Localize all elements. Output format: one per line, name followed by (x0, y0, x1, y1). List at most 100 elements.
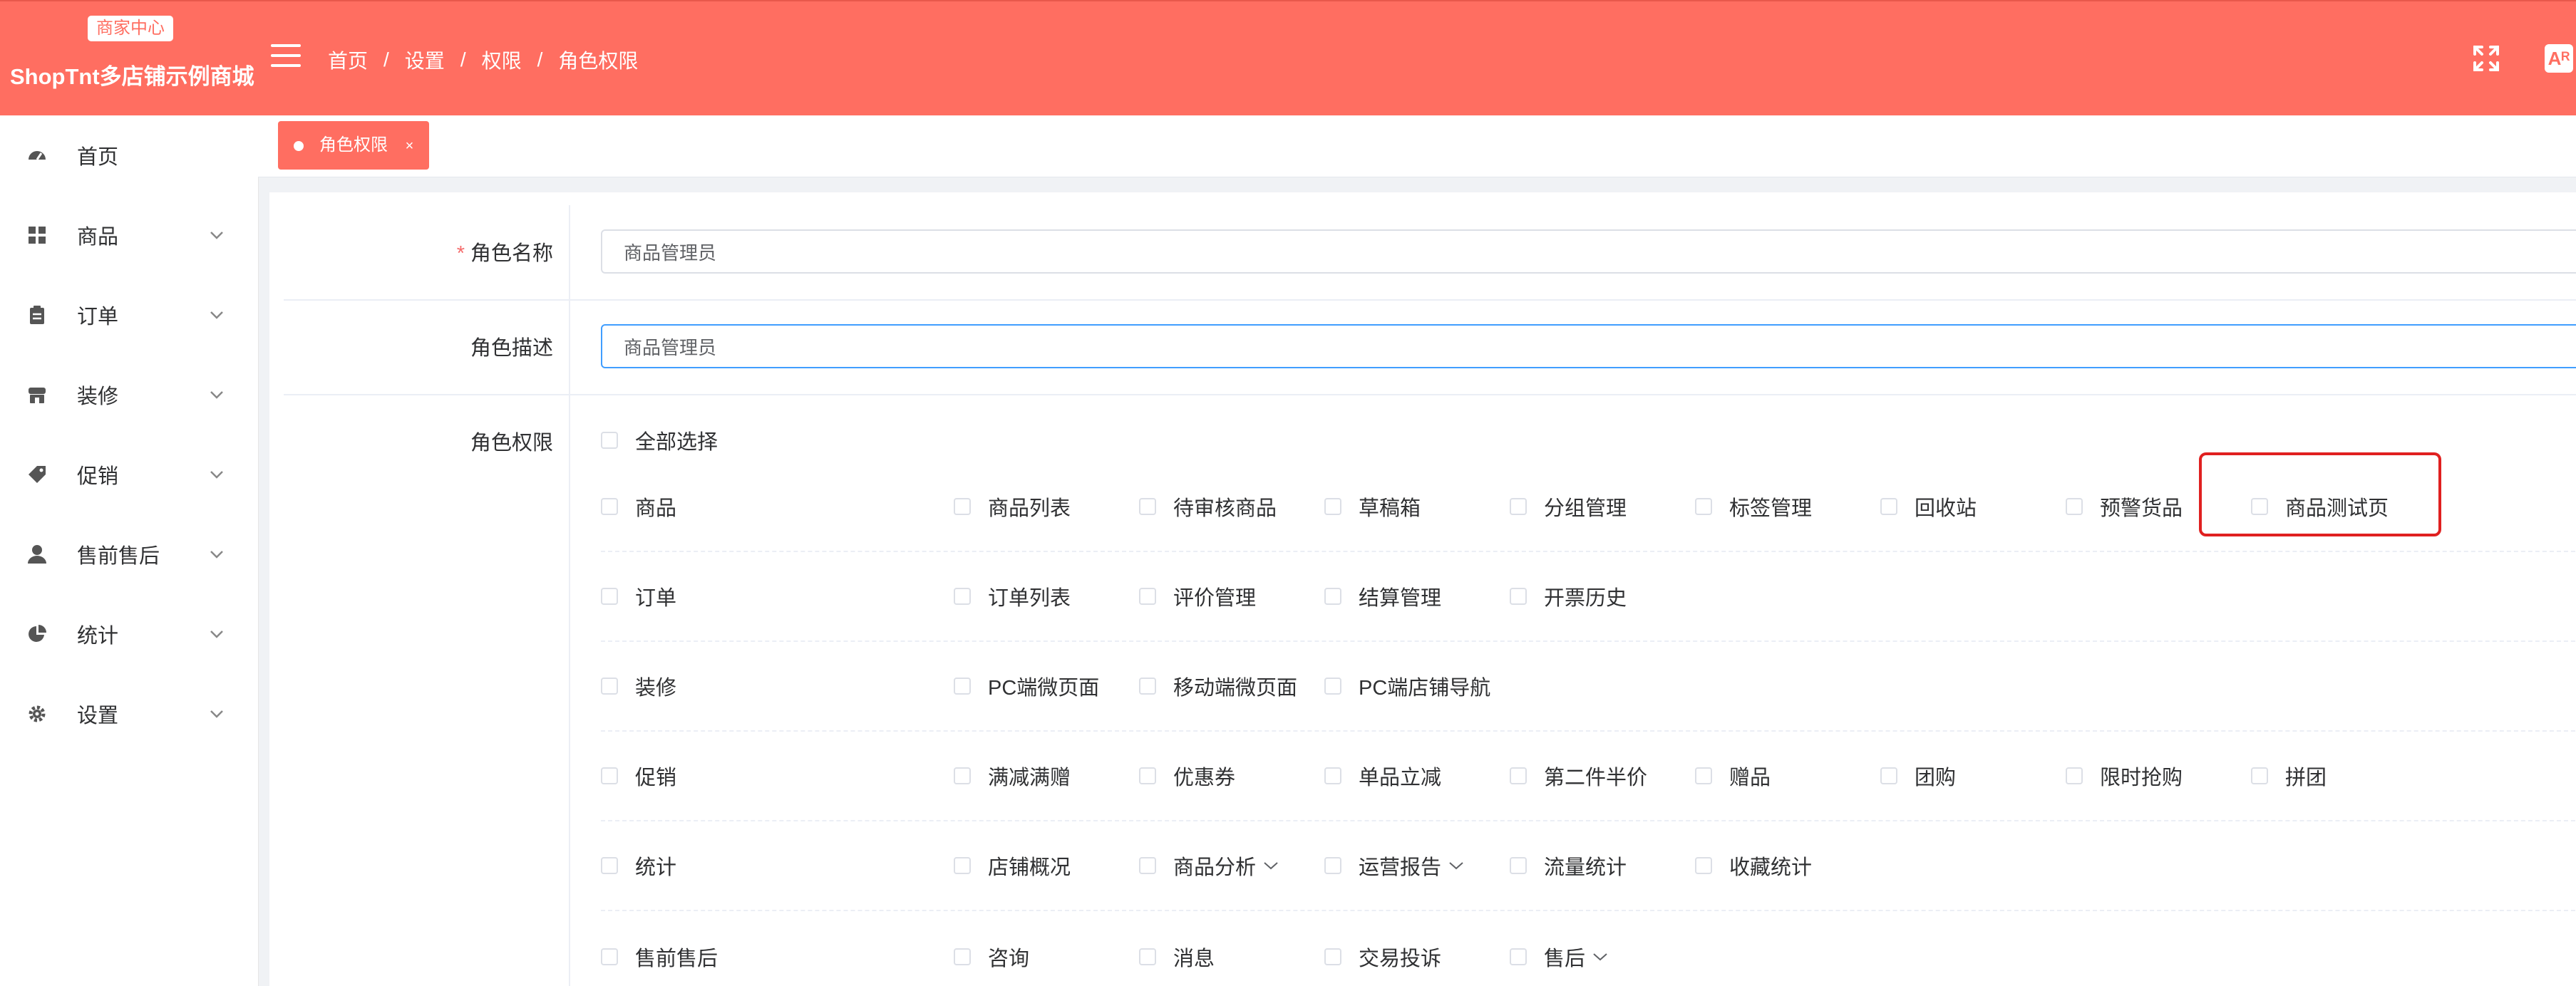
checkbox[interactable] (1510, 948, 1527, 965)
breadcrumb-settings[interactable]: 设置 (405, 46, 445, 74)
tab-role-permission[interactable]: 角色权限 × (278, 121, 430, 170)
checkbox[interactable] (954, 948, 971, 965)
sidebar-item-orders[interactable]: 订单 (0, 275, 258, 355)
checkbox[interactable] (1324, 857, 1341, 874)
checkbox[interactable] (1139, 498, 1156, 515)
perm-item[interactable]: 限时抢购 (2066, 761, 2183, 791)
chevron-down-icon (210, 471, 223, 479)
perm-item[interactable]: 标签管理 (1695, 492, 1812, 521)
checkbox[interactable] (954, 767, 971, 784)
perm-item[interactable]: 消息 (1139, 942, 1215, 972)
checkbox[interactable] (1510, 767, 1527, 784)
checkbox[interactable] (601, 432, 618, 449)
checkbox[interactable] (2066, 498, 2083, 515)
perm-item-expandable[interactable]: 商品分析 (1139, 851, 1279, 881)
perm-item[interactable]: 回收站 (1880, 492, 1977, 521)
perm-item[interactable]: 满减满赠 (954, 761, 1071, 791)
checkbox[interactable] (1880, 767, 1897, 784)
breadcrumb-permissions[interactable]: 权限 (482, 46, 522, 74)
checkbox[interactable] (1324, 498, 1341, 515)
checkbox[interactable] (601, 857, 618, 874)
perm-item[interactable]: 优惠券 (1139, 761, 1235, 791)
role-desc-input[interactable] (601, 324, 2576, 368)
perm-item[interactable]: 开票历史 (1510, 581, 1627, 611)
perm-item[interactable]: 草稿箱 (1324, 492, 1421, 521)
perm-item[interactable]: 流量统计 (1510, 851, 1627, 881)
sidebar-item-statistics[interactable]: 统计 (0, 594, 258, 674)
perm-item[interactable]: 收藏统计 (1695, 851, 1812, 881)
checkbox[interactable] (1880, 498, 1897, 515)
checkbox[interactable] (2066, 767, 2083, 784)
menu-toggle-icon[interactable] (271, 44, 301, 67)
role-name-input[interactable] (601, 229, 2576, 274)
perm-group-decoration[interactable]: 装修 (601, 671, 676, 701)
checkbox[interactable] (1510, 498, 1527, 515)
breadcrumb-home[interactable]: 首页 (328, 46, 368, 74)
checkbox[interactable] (1139, 857, 1156, 874)
checkbox[interactable] (954, 857, 971, 874)
checkbox[interactable] (1695, 767, 1712, 784)
checkbox[interactable] (1695, 498, 1712, 515)
perm-item-expandable[interactable]: 运营报告 (1324, 851, 1464, 881)
perm-item[interactable]: 分组管理 (1510, 492, 1627, 521)
perm-item[interactable]: 单品立减 (1324, 761, 1441, 791)
checkbox[interactable] (1324, 948, 1341, 965)
perm-item[interactable]: 拼团 (2251, 761, 2327, 791)
checkbox[interactable] (1324, 678, 1341, 695)
perm-item[interactable]: 咨询 (954, 942, 1029, 972)
checkbox[interactable] (954, 588, 971, 605)
chevron-down-icon[interactable] (1448, 861, 1464, 871)
checkbox[interactable] (1510, 857, 1527, 874)
perm-group-orders[interactable]: 订单 (601, 581, 676, 611)
checkbox[interactable] (2251, 767, 2268, 784)
checkbox[interactable] (1324, 588, 1341, 605)
perm-item-expandable[interactable]: 售后 (1510, 942, 1608, 972)
perm-item[interactable]: 评价管理 (1139, 581, 1256, 611)
perm-group-goods[interactable]: 商品 (601, 492, 676, 521)
font-size-icon[interactable]: Aᴿ (2545, 44, 2573, 73)
fullscreen-icon[interactable] (2472, 44, 2500, 73)
perm-group-promotion[interactable]: 促销 (601, 761, 676, 791)
perm-item[interactable]: 结算管理 (1324, 581, 1441, 611)
checkbox[interactable] (601, 948, 618, 965)
perm-item[interactable]: 待审核商品 (1139, 492, 1277, 521)
perm-group-statistics[interactable]: 统计 (601, 851, 676, 881)
select-all-checkbox[interactable]: 全部选择 (601, 425, 718, 455)
sidebar-item-home[interactable]: 首页 (0, 115, 258, 195)
perm-item[interactable]: 订单列表 (954, 581, 1071, 611)
checkbox[interactable] (1139, 948, 1156, 965)
sidebar-item-goods[interactable]: 商品 (0, 195, 258, 275)
checkbox[interactable] (601, 498, 618, 515)
perm-item[interactable]: 预警货品 (2066, 492, 2183, 521)
checkbox[interactable] (1139, 588, 1156, 605)
checkbox[interactable] (954, 678, 971, 695)
checkbox[interactable] (601, 588, 618, 605)
perm-item[interactable]: 移动端微页面 (1139, 671, 1297, 701)
chevron-down-icon[interactable] (1263, 861, 1279, 871)
close-icon[interactable]: × (406, 138, 414, 154)
perm-item[interactable]: PC端店铺导航 (1324, 671, 1490, 701)
perm-item[interactable]: 交易投诉 (1324, 942, 1441, 972)
checkbox[interactable] (601, 678, 618, 695)
checkbox[interactable] (1139, 678, 1156, 695)
perm-item[interactable]: 团购 (1880, 761, 1956, 791)
checkbox[interactable] (1139, 767, 1156, 784)
checkbox[interactable] (601, 767, 618, 784)
perm-item[interactable]: 赠品 (1695, 761, 1771, 791)
checkbox[interactable] (1510, 588, 1527, 605)
checkbox[interactable] (954, 498, 971, 515)
perm-item[interactable]: 店铺概况 (954, 851, 1071, 881)
checkbox[interactable] (1324, 767, 1341, 784)
sidebar-item-settings[interactable]: 设置 (0, 674, 258, 754)
perm-item[interactable]: PC端微页面 (954, 671, 1099, 701)
chevron-down-icon (210, 232, 223, 239)
sidebar-item-service[interactable]: 售前售后 (0, 514, 258, 594)
checkbox[interactable] (1695, 857, 1712, 874)
chevron-down-icon[interactable] (1592, 952, 1608, 962)
sidebar-item-decoration[interactable]: 装修 (0, 355, 258, 435)
perm-item[interactable]: 第二件半价 (1510, 761, 1647, 791)
sidebar-item-promotion[interactable]: 促销 (0, 435, 258, 514)
perm-group-service[interactable]: 售前售后 (601, 942, 718, 972)
perm-item[interactable]: 商品列表 (954, 492, 1071, 521)
shop-title[interactable]: ShopTnt多店铺示例商城 (10, 58, 254, 90)
